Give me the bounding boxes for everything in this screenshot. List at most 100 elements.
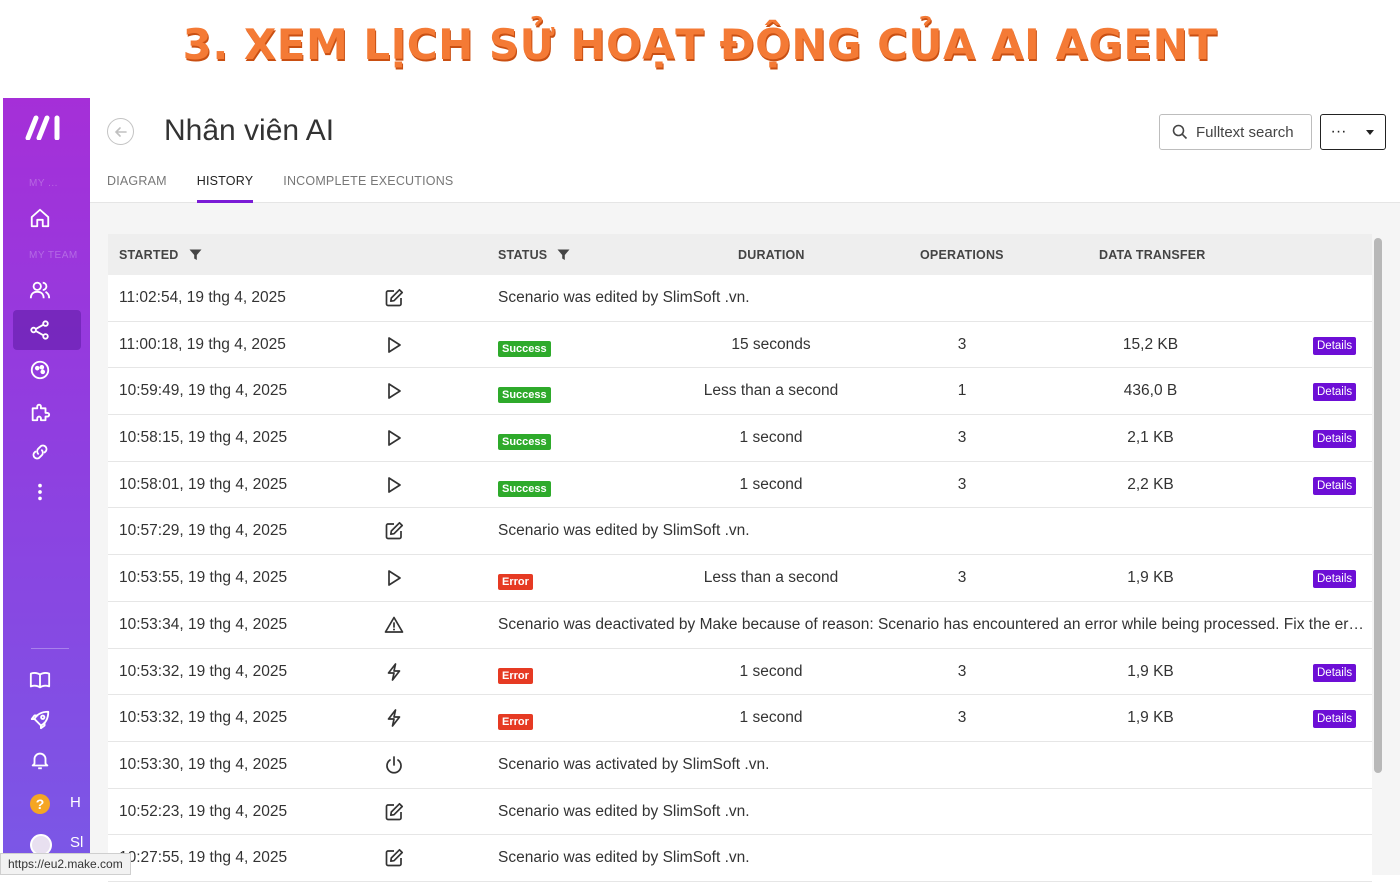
started-cell: 10:52:23, 19 thg 4, 2025 [119,802,288,820]
started-cell: 10:53:34, 19 thg 4, 2025 [119,615,288,633]
details-button[interactable]: Details [1313,570,1357,589]
data-transfer-cell: 436,0 B [1123,382,1178,400]
operations-cell: 3 [957,429,967,447]
started-cell: 10:53:32, 19 thg 4, 2025 [119,709,288,727]
sidebar-item-home[interactable] [13,198,81,238]
team-icon [29,281,51,299]
table-row[interactable]: 11:00:18, 19 thg 4, 2025 Success 15 second… [108,321,1372,369]
started-cell: 10:59:49, 19 thg 4, 2025 [119,382,288,400]
table-header: STARTED STATUS DURATION OPERATIONS DATA … [108,234,1372,275]
play-icon [388,336,401,353]
details-button[interactable]: Details [1313,710,1357,729]
duration-cell: 1 second [739,709,803,727]
tab-incomplete-executions[interactable]: INCOMPLETE EXECUTIONS [283,174,453,203]
lightning-icon [387,662,401,681]
details-button-wrap: Details [1313,476,1357,495]
details-button[interactable]: Details [1313,383,1357,402]
started-cell: 10:53:55, 19 thg 4, 2025 [119,569,288,587]
arrow-left-icon [114,126,127,137]
column-started[interactable]: STARTED [119,248,202,262]
sidebar-item-more[interactable] [13,472,81,512]
details-button[interactable]: Details [1313,430,1357,449]
table-row[interactable]: 10:53:30, 19 thg 4, 2025 Scenario was act… [108,741,1372,789]
column-status[interactable]: STATUS [498,248,570,262]
column-status-label: STATUS [498,248,548,262]
sidebar: MY ... MY TEAM ? H Sl [3,98,90,875]
table-row[interactable]: 10:53:32, 19 thg 4, 2025 Error 1 second 3 1,… [108,695,1372,742]
org-label: MY ... [29,178,58,189]
event-message: Scenario was edited by SlimSoft .vn. [498,849,750,867]
scrollbar[interactable] [1374,238,1382,773]
operations-cell: 3 [957,662,967,680]
sidebar-item-connections[interactable] [13,432,81,472]
table-row[interactable]: 10:58:01, 19 thg 4, 2025 Success 1 second 3… [108,461,1372,509]
details-button[interactable]: Details [1313,663,1357,682]
more-options-button[interactable]: ··· [1320,114,1386,150]
table-body: 11:02:54, 19 thg 4, 2025 Scenario was edi… [108,275,1372,882]
book-icon [29,672,51,689]
fulltext-search-button[interactable]: Fulltext search [1159,114,1312,150]
status-cell: Success [498,479,551,497]
team-label: MY TEAM [29,250,78,261]
details-button[interactable]: Details [1313,476,1357,495]
page-title: Nhân viên AI [164,114,335,147]
started-cell: 11:02:54, 19 thg 4, 2025 [119,289,286,306]
back-button[interactable] [107,118,134,145]
sidebar-item-templates[interactable] [13,350,81,390]
details-button-wrap: Details [1313,429,1357,449]
banner-title: 3. XEM LỊCH SỬ HOẠT ĐỘNG CỦA AI AGENT [182,20,1218,69]
sidebar-item-docs[interactable] [13,660,81,700]
play-icon [388,383,401,400]
table-row[interactable]: 11:02:54, 19 thg 4, 2025 Scenario was edi… [108,275,1372,322]
status-badge: Error [498,714,533,731]
table-row[interactable]: 10:57:29, 19 thg 4, 2025 Scenario was edi… [108,508,1372,556]
table-row[interactable]: 10:53:34, 19 thg 4, 2025 Scenario was dea… [108,601,1372,649]
help-icon[interactable]: ? [30,794,50,814]
data-transfer-cell: 2,2 KB [1127,475,1174,493]
banner: 3. XEM LỊCH SỬ HOẠT ĐỘNG CỦA AI AGENT [0,0,1400,98]
operations-cell: 3 [957,569,967,587]
details-button-wrap: Details [1313,569,1357,589]
started-cell: 10:27:55, 19 thg 4, 2025 [119,849,288,867]
table-row[interactable]: 10:58:15, 19 thg 4, 2025 Success 1 second 3… [108,415,1372,462]
sidebar-item-whats-new[interactable] [13,700,81,740]
operations-cell: 3 [957,475,967,493]
started-cell: 11:00:18, 19 thg 4, 2025 [119,335,286,353]
data-transfer-cell: 15,2 KB [1122,335,1179,353]
apps-icon [31,403,51,422]
scenarios-icon [30,320,49,340]
table-row[interactable]: 10:53:55, 19 thg 4, 2025 Error Less than a… [108,555,1372,602]
bell-icon [31,752,49,770]
details-button-wrap: Details [1313,709,1357,729]
play-icon [388,430,401,446]
details-button[interactable]: Details [1313,336,1357,355]
table-row[interactable]: 10:52:23, 19 thg 4, 2025 Scenario was edi… [108,788,1372,836]
table-row[interactable]: 10:53:32, 19 thg 4, 2025 Error 1 second 3 1,… [108,648,1372,696]
operations-cell: 3 [957,709,967,727]
sidebar-item-scenarios[interactable] [13,310,81,350]
status-badge: Error [498,574,533,591]
fulltext-search-label: Fulltext search [1196,123,1294,141]
details-button-wrap: Details [1313,382,1357,402]
make-logo-icon[interactable] [25,114,65,140]
user-label: Sl [70,834,84,851]
play-icon [388,476,401,493]
sidebar-item-team[interactable] [13,270,81,310]
sidebar-item-notifications[interactable] [13,740,81,780]
filter-icon[interactable] [189,249,202,261]
filter-icon[interactable] [557,249,570,261]
tab-history[interactable]: HISTORY [196,174,254,203]
event-message: Scenario was edited by SlimSoft .vn. [498,522,750,540]
event-message: Scenario was activated by SlimSoft .vn. [498,755,770,773]
play-icon [388,570,401,586]
duration-cell: 1 second [739,662,803,680]
caret-down-icon [1366,130,1375,135]
tab-diagram[interactable]: DIAGRAM [107,174,167,203]
sidebar-item-apps[interactable] [13,392,81,432]
status-cell: Success [498,432,551,451]
page-header: Nhân viên AI DIAGRAM HISTORY INCOMPLETE … [90,98,1400,203]
table-row[interactable]: 10:59:49, 19 thg 4, 2025 Success Less than… [108,368,1372,416]
duration-cell: 15 seconds [731,335,811,353]
column-data-transfer: DATA TRANSFER [1099,248,1206,262]
history-table: STARTED STATUS DURATION OPERATIONS DATA … [108,234,1372,882]
